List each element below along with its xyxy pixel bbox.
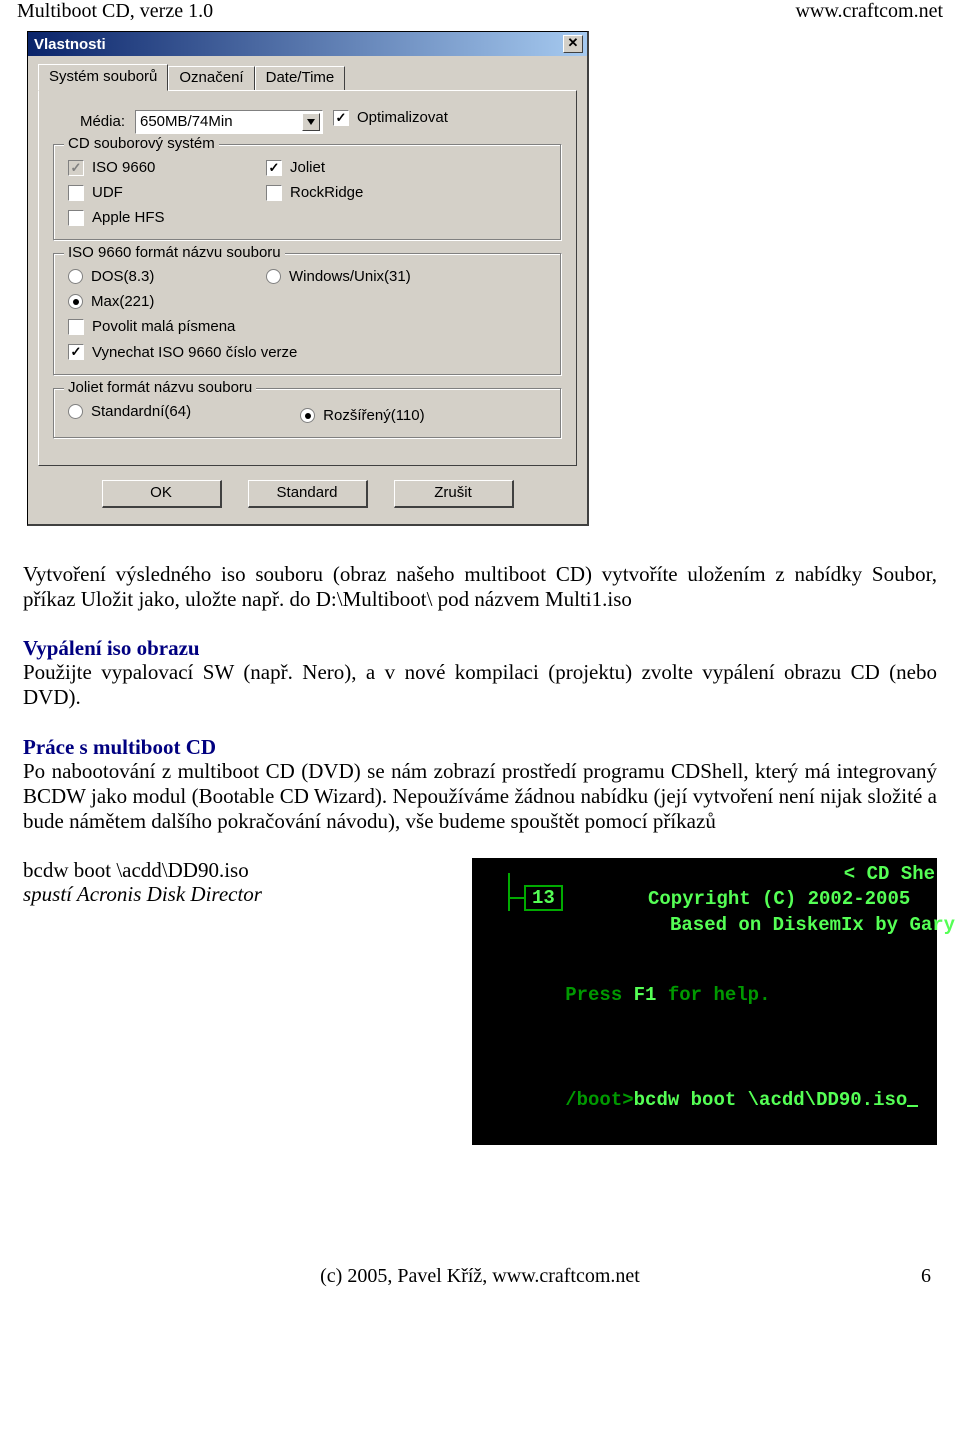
console-help-pre: Press bbox=[565, 984, 633, 1006]
group-joliet-format: Joliet formát názvu souboru Standardní(6… bbox=[53, 388, 562, 440]
console-based: Based on DiskemIx by Gary bbox=[670, 914, 955, 936]
heading-work: Práce s multiboot CD bbox=[23, 735, 216, 759]
media-row: Média: 650MB/74Min Optimalizovat bbox=[53, 109, 562, 134]
paragraph-3: Po nabootování z multiboot CD (DVD) se n… bbox=[23, 759, 937, 833]
radio-joliet-ext[interactable]: Rozšířený(110) bbox=[300, 407, 424, 424]
radio-dos83[interactable]: DOS(8.3) bbox=[68, 268, 238, 285]
check-applehfs[interactable]: Apple HFS bbox=[68, 209, 238, 226]
group-cd-fs: CD souborový systém ISO 9660 Joliet UDF … bbox=[53, 144, 562, 241]
tab-strip: Systém souborů Označení Date/Time bbox=[28, 56, 587, 90]
checkbox-icon[interactable] bbox=[68, 185, 84, 201]
tab-label[interactable]: Označení bbox=[168, 66, 254, 90]
ok-button[interactable]: OK bbox=[102, 480, 222, 508]
dialog-buttons: OK Standard Zrušit bbox=[28, 476, 587, 524]
radio-winunix31[interactable]: Windows/Unix(31) bbox=[266, 268, 456, 285]
tab-filesystem[interactable]: Systém souborů bbox=[38, 64, 168, 91]
console-cmd: bcdw boot \acdd\DD90.iso bbox=[634, 1089, 908, 1111]
optimize-label: Optimalizovat bbox=[357, 109, 448, 126]
group-joliet-legend: Joliet formát názvu souboru bbox=[64, 379, 256, 396]
media-value: 650MB/74Min bbox=[140, 113, 233, 130]
paragraph-1: Vytvoření výsledného iso souboru (obraz … bbox=[23, 562, 937, 612]
console-prompt: /boot> bbox=[565, 1089, 633, 1111]
radio-icon[interactable] bbox=[266, 269, 281, 284]
page-header: Multiboot CD, verze 1.0 www.craftcom.net bbox=[15, 0, 945, 29]
media-label: Média: bbox=[53, 113, 125, 130]
command-desc: spustí Acronis Disk Director bbox=[23, 882, 454, 907]
heading-burn: Vypálení iso obrazu bbox=[23, 636, 200, 660]
console-screenshot: < CD She 13 Copyright (C) 2002-2005 Base… bbox=[472, 858, 937, 1145]
group-iso-legend: ISO 9660 formát názvu souboru bbox=[64, 244, 285, 261]
header-left: Multiboot CD, verze 1.0 bbox=[17, 0, 213, 23]
checkbox-icon[interactable] bbox=[266, 160, 282, 176]
checkbox-icon[interactable] bbox=[333, 110, 349, 126]
checkbox-icon[interactable] bbox=[68, 319, 84, 335]
footer-center: (c) 2005, Pavel Kříž, www.craftcom.net bbox=[320, 1265, 640, 1288]
close-icon[interactable]: ✕ bbox=[563, 35, 583, 53]
dialog-title: Vlastnosti bbox=[34, 36, 106, 53]
radio-max221[interactable]: Max(221) bbox=[68, 293, 154, 310]
radio-joliet-std[interactable]: Standardní(64) bbox=[68, 403, 268, 420]
command-text: bcdw boot \acdd\DD90.iso bbox=[23, 858, 454, 883]
tab-panel: Média: 650MB/74Min Optimalizovat CD soub… bbox=[38, 90, 577, 466]
checkbox-icon[interactable] bbox=[68, 344, 84, 360]
cursor-icon bbox=[907, 1091, 918, 1107]
checkbox-icon[interactable] bbox=[266, 185, 282, 201]
check-iso9660: ISO 9660 bbox=[68, 159, 238, 176]
checkbox-icon[interactable] bbox=[68, 210, 84, 226]
console-cdshe: < CD She bbox=[844, 863, 935, 885]
header-right: www.craftcom.net bbox=[795, 0, 943, 23]
page-number: 6 bbox=[921, 1265, 931, 1288]
paragraph-2: Použijte vypalovací SW (např. Nero), a v… bbox=[23, 660, 937, 709]
radio-icon[interactable] bbox=[300, 408, 315, 423]
group-cd-fs-legend: CD souborový systém bbox=[64, 135, 219, 152]
console-help-post: for help. bbox=[656, 984, 770, 1006]
cancel-button[interactable]: Zrušit bbox=[394, 480, 514, 508]
check-joliet[interactable]: Joliet bbox=[266, 159, 436, 176]
optimize-check[interactable]: Optimalizovat bbox=[333, 109, 448, 126]
command-and-console: bcdw boot \acdd\DD90.iso spustí Acronis … bbox=[23, 858, 937, 1145]
check-rockridge[interactable]: RockRidge bbox=[266, 184, 436, 201]
checkbox-icon bbox=[68, 160, 84, 176]
console-help-key: F1 bbox=[634, 984, 657, 1006]
chevron-down-icon[interactable] bbox=[302, 113, 320, 131]
radio-icon[interactable] bbox=[68, 404, 83, 419]
radio-icon[interactable] bbox=[68, 269, 83, 284]
properties-dialog: Vlastnosti ✕ Systém souborů Označení Dat… bbox=[27, 31, 589, 526]
document-body: Vytvoření výsledného iso souboru (obraz … bbox=[23, 562, 937, 1145]
group-iso-format: ISO 9660 formát názvu souboru DOS(8.3) W… bbox=[53, 253, 562, 376]
check-lowercase[interactable]: Povolit malá písmena bbox=[68, 318, 235, 335]
radio-icon[interactable] bbox=[68, 294, 83, 309]
titlebar[interactable]: Vlastnosti ✕ bbox=[28, 32, 587, 56]
tab-datetime[interactable]: Date/Time bbox=[255, 66, 346, 90]
standard-button[interactable]: Standard bbox=[248, 480, 368, 508]
check-omit-version[interactable]: Vynechat ISO 9660 číslo verze bbox=[68, 344, 297, 361]
console-box13: 13 bbox=[524, 885, 563, 911]
footer: (c) 2005, Pavel Kříž, www.craftcom.net 6 bbox=[15, 1265, 945, 1288]
check-udf[interactable]: UDF bbox=[68, 184, 238, 201]
media-combo[interactable]: 650MB/74Min bbox=[135, 110, 323, 134]
console-copyright: Copyright (C) 2002-2005 bbox=[648, 887, 910, 913]
